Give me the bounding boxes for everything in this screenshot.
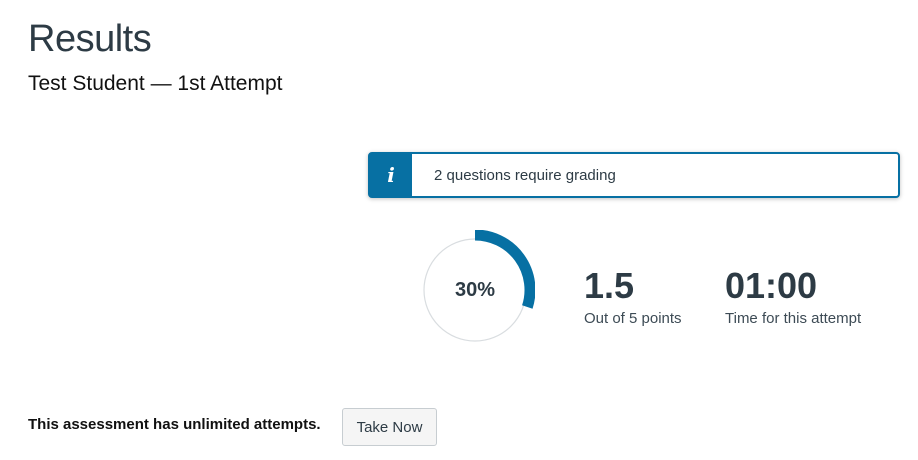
- time-caption: Time for this attempt: [725, 310, 862, 327]
- score-percent: 30%: [454, 278, 496, 301]
- attempt-title: Test Student — 1st Attempt: [28, 72, 283, 95]
- page-title: Results: [28, 18, 152, 60]
- points-caption: Out of 5 points: [584, 310, 682, 327]
- alert-message: 2 questions require grading: [434, 166, 616, 184]
- info-icon: i: [387, 163, 395, 187]
- attempts-info: This assessment has unlimited attempts.: [28, 416, 321, 433]
- alert-icon-box: i: [370, 154, 412, 196]
- take-now-button[interactable]: Take Now: [342, 408, 437, 446]
- points-value: 1.5: [584, 265, 635, 306]
- grading-alert: i 2 questions require grading: [368, 152, 900, 198]
- time-stat: 01:00 Time for this attempt: [725, 265, 862, 328]
- time-value: 01:00: [725, 265, 818, 306]
- points-stat: 1.5 Out of 5 points: [584, 265, 682, 328]
